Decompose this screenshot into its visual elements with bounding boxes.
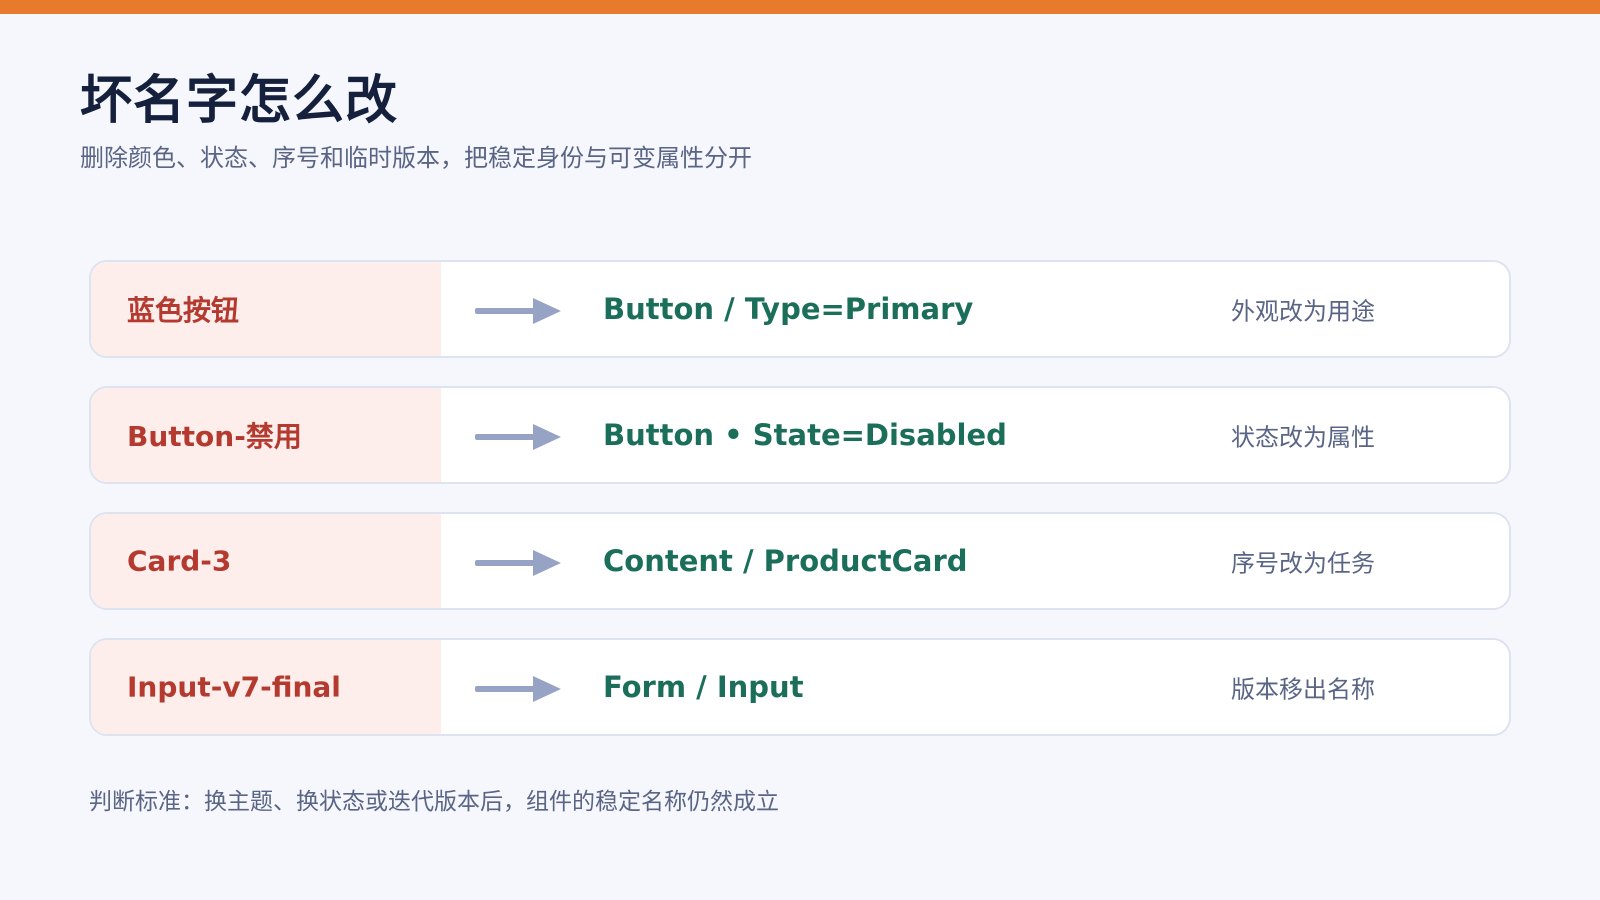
new-name: Form / Input [603, 670, 804, 704]
rename-note: 序号改为任务 [1231, 549, 1375, 578]
old-name: Card-3 [127, 544, 232, 578]
old-name-cell: 蓝色按钮 [91, 262, 441, 356]
rename-note: 外观改为用途 [1231, 297, 1375, 326]
rename-row: 蓝色按钮 Button / Type=Primary 外观改为用途 [89, 260, 1511, 358]
arrow-right-icon [475, 676, 561, 702]
old-name-cell: Button-禁用 [91, 388, 441, 482]
rename-list: 蓝色按钮 Button / Type=Primary 外观改为用途 Button… [89, 260, 1511, 764]
slide: 坏名字怎么改 删除颜色、状态、序号和临时版本，把稳定身份与可变属性分开 蓝色按钮… [0, 0, 1600, 900]
old-name: 蓝色按钮 [127, 294, 240, 327]
new-name: Button / Type=Primary [603, 292, 974, 326]
arrow-right-icon [475, 298, 561, 324]
arrow-right-icon [475, 424, 561, 450]
new-name: Button • State=Disabled [603, 418, 1007, 452]
rename-note: 状态改为属性 [1231, 423, 1375, 452]
page-subtitle: 删除颜色、状态、序号和临时版本，把稳定身份与可变属性分开 [80, 144, 752, 172]
old-name: Button-禁用 [127, 420, 302, 453]
accent-bar [0, 0, 1600, 14]
footer-criteria: 判断标准：换主题、换状态或迭代版本后，组件的稳定名称仍然成立 [89, 789, 779, 815]
old-name: Input-v7-final [127, 670, 341, 704]
old-name-cell: Card-3 [91, 514, 441, 608]
old-name-cell: Input-v7-final [91, 640, 441, 734]
rename-note: 版本移出名称 [1231, 675, 1375, 704]
page-title: 坏名字怎么改 [80, 71, 399, 131]
rename-row: Input-v7-final Form / Input 版本移出名称 [89, 638, 1511, 736]
rename-row: Button-禁用 Button • State=Disabled 状态改为属性 [89, 386, 1511, 484]
arrow-right-icon [475, 550, 561, 576]
rename-row: Card-3 Content / ProductCard 序号改为任务 [89, 512, 1511, 610]
new-name: Content / ProductCard [603, 544, 968, 578]
